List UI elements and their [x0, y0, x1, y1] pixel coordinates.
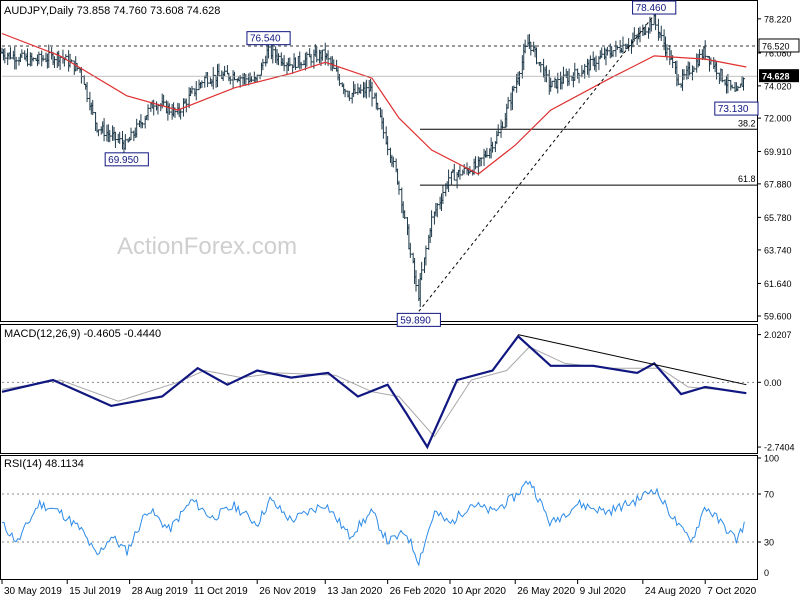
resistance-price-label: 76.520 — [762, 41, 790, 51]
ohlc-bar — [397, 180, 401, 195]
ohlc-bar — [223, 65, 227, 77]
ohlc-bar — [621, 36, 625, 54]
price-annotation: 73.130 — [714, 101, 759, 116]
price-annotation-label: 59.890 — [400, 315, 431, 326]
macd-axis-label: 0.00 — [764, 378, 782, 388]
ohlc-bar — [82, 75, 86, 85]
price-panel-title: AUDJPY,Daily 73.858 74.760 73.608 74.628 — [4, 5, 220, 17]
macd-trendline — [517, 334, 747, 386]
x-axis-label: 9 Jul 2020 — [580, 586, 627, 597]
rsi-layer: 100 70 30 0 — [1, 454, 779, 578]
x-axis-label: 26 Nov 2019 — [259, 586, 316, 597]
fib-level-label: 61.8 — [738, 174, 756, 184]
x-axis-label: 30 May 2019 — [4, 586, 62, 597]
price-annotation-label: 78.460 — [636, 3, 667, 14]
price-axis-label: 59.600 — [764, 312, 792, 322]
x-axis-label: 26 May 2020 — [517, 586, 575, 597]
price-axis-label: 72.000 — [764, 114, 792, 124]
x-axis-label: 15 Jul 2019 — [69, 586, 121, 597]
macd-panel-title: MACD(12,26,9) -0.4605 -0.4440 — [4, 328, 161, 340]
x-axis-label: 26 Feb 2020 — [390, 586, 447, 597]
fib-level-label: 38.2 — [738, 118, 756, 128]
price-axis-label: 65.780 — [764, 213, 792, 223]
ohlc-readout: 73.858 74.760 73.608 74.628 — [77, 5, 221, 17]
price-annotation-label: 69.950 — [108, 155, 139, 166]
x-axis-label: 13 Jan 2020 — [327, 586, 382, 597]
price-annotation: 59.890 — [396, 312, 441, 327]
x-axis-label: 28 Aug 2019 — [132, 586, 189, 597]
watermark: ActionForex.com — [117, 233, 297, 260]
rsi-axis-label: 70 — [764, 490, 774, 500]
price-axis-layer: 78.22076.08074.02072.00069.91067.88065.7… — [2, 14, 800, 322]
price-axis-label: 63.740 — [764, 245, 792, 255]
price-axis-label: 61.640 — [764, 279, 792, 289]
macd-layer: 2.0207 0.00 -2.7404 — [1, 330, 795, 453]
ohlc-bar — [225, 65, 229, 75]
symbol-label: AUDJPY,Daily — [4, 5, 74, 17]
rsi-panel-title: RSI(14) 48.1134 — [4, 458, 84, 470]
rsi-axis-label: 30 — [764, 538, 774, 548]
chart-window: ActionForex.com AUDJPY,Daily 73.858 74.7… — [0, 0, 800, 600]
x-axis-label: 7 Oct 2020 — [707, 586, 756, 597]
price-axis-label: 74.020 — [764, 81, 792, 91]
ohlc-bar — [258, 74, 262, 80]
rsi-panel-frame — [0, 455, 758, 580]
resistance-price-box: 76.520 — [758, 38, 800, 53]
price-annotation: 76.540 — [246, 31, 291, 46]
current-price-box: 74.628 — [759, 69, 799, 83]
macd-axis-label: 2.0207 — [764, 330, 792, 340]
price-annotation: 69.950 — [104, 152, 149, 167]
ohlc-bar — [96, 129, 100, 137]
ohlc-bar — [449, 171, 453, 186]
price-annotations-layer: 76.540 69.950 59.890 78.460 73.130 — [104, 0, 759, 327]
x-axis-label: 11 Oct 2019 — [194, 586, 248, 597]
price-annotation-label: 73.130 — [718, 104, 749, 115]
macd-main-line — [1, 334, 747, 450]
chart-canvas: ActionForex.com AUDJPY,Daily 73.858 74.7… — [0, 0, 800, 597]
price-annotation: 78.460 — [632, 0, 677, 15]
x-axis-label: 10 Apr 2020 — [452, 586, 506, 597]
macd-axis-label: -2.7404 — [764, 443, 795, 453]
current-price-label: 74.628 — [762, 72, 790, 82]
price-annotation-label: 76.540 — [250, 34, 281, 45]
rsi-axis-label: 100 — [764, 454, 779, 464]
rsi-axis-label: 0 — [764, 568, 769, 578]
x-axis-label: 24 Aug 2020 — [645, 586, 702, 597]
x-axis-layer: 30 May 2019 15 Jul 2019 28 Aug 2019 11 Oct … — [1, 580, 757, 597]
price-axis-label: 69.910 — [764, 147, 792, 157]
price-axis-label: 78.220 — [764, 14, 792, 24]
price-axis-label: 67.880 — [764, 179, 792, 189]
